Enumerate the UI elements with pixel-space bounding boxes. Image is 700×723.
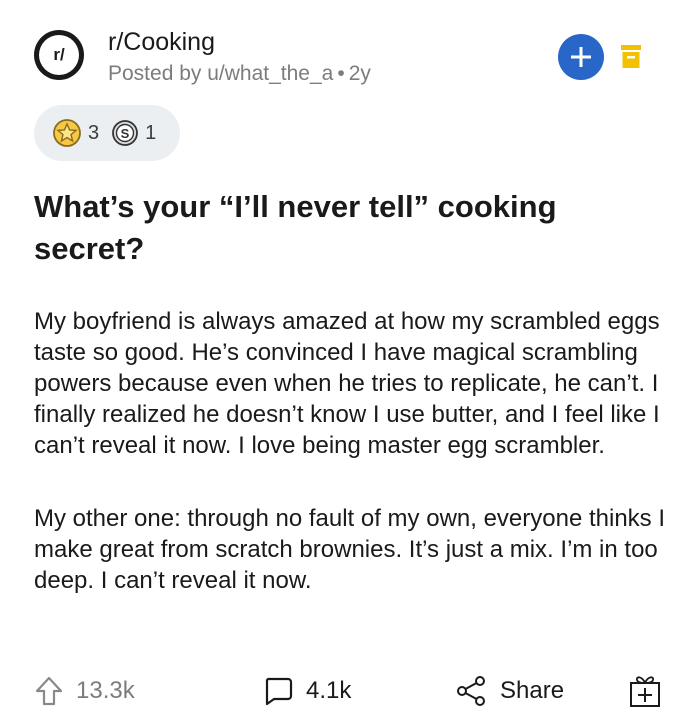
upvote-button[interactable]: 13.3k <box>34 668 135 714</box>
svg-text:S: S <box>121 126 130 141</box>
subreddit-avatar-text: r/ <box>39 35 79 75</box>
post-header: r/ r/Cooking Posted by u/what_the_a • 2y <box>34 26 674 96</box>
post-body: My boyfriend is always amazed at how my … <box>34 306 670 596</box>
subreddit-name[interactable]: r/Cooking <box>108 28 215 57</box>
give-award-button[interactable] <box>628 668 662 714</box>
join-button[interactable] <box>558 34 604 80</box>
post-age: 2y <box>348 62 371 85</box>
award-silver-count: 1 <box>145 121 157 144</box>
post-meta: Posted by u/what_the_a • 2y <box>108 62 371 86</box>
comments-button[interactable]: 4.1k <box>262 668 351 714</box>
share-label: Share <box>500 677 565 704</box>
archive-icon[interactable] <box>620 44 642 70</box>
plus-icon <box>571 47 591 67</box>
post-paragraph: My other one: through no fault of my own… <box>34 505 666 594</box>
award-helpful-count: 3 <box>88 121 100 144</box>
comment-count: 4.1k <box>306 677 352 704</box>
reddit-post: r/ r/Cooking Posted by u/what_the_a • 2y 3 <box>0 0 700 723</box>
post-actions: 13.3k 4.1k Share <box>34 668 674 714</box>
subreddit-avatar[interactable]: r/ <box>34 30 84 80</box>
share-icon <box>457 676 485 706</box>
share-button[interactable]: Share <box>454 668 564 714</box>
award-silver: S 1 <box>111 119 168 147</box>
award-helpful: 3 <box>52 118 111 148</box>
post-title[interactable]: What’s your “I’ll never tell” cooking se… <box>34 186 664 270</box>
awards-pill[interactable]: 3 S 1 <box>34 105 180 161</box>
helpful-award-icon <box>53 119 81 147</box>
upvote-arrow-icon <box>35 676 63 706</box>
silver-award-icon: S <box>112 120 139 146</box>
post-paragraph: My boyfriend is always amazed at how my … <box>34 308 660 459</box>
give-award-icon <box>630 676 660 707</box>
upvote-count: 13.3k <box>76 677 135 704</box>
posted-by[interactable]: Posted by u/what_the_a <box>108 62 333 85</box>
comment-bubble-icon <box>265 677 293 706</box>
meta-separator: • <box>337 62 345 85</box>
